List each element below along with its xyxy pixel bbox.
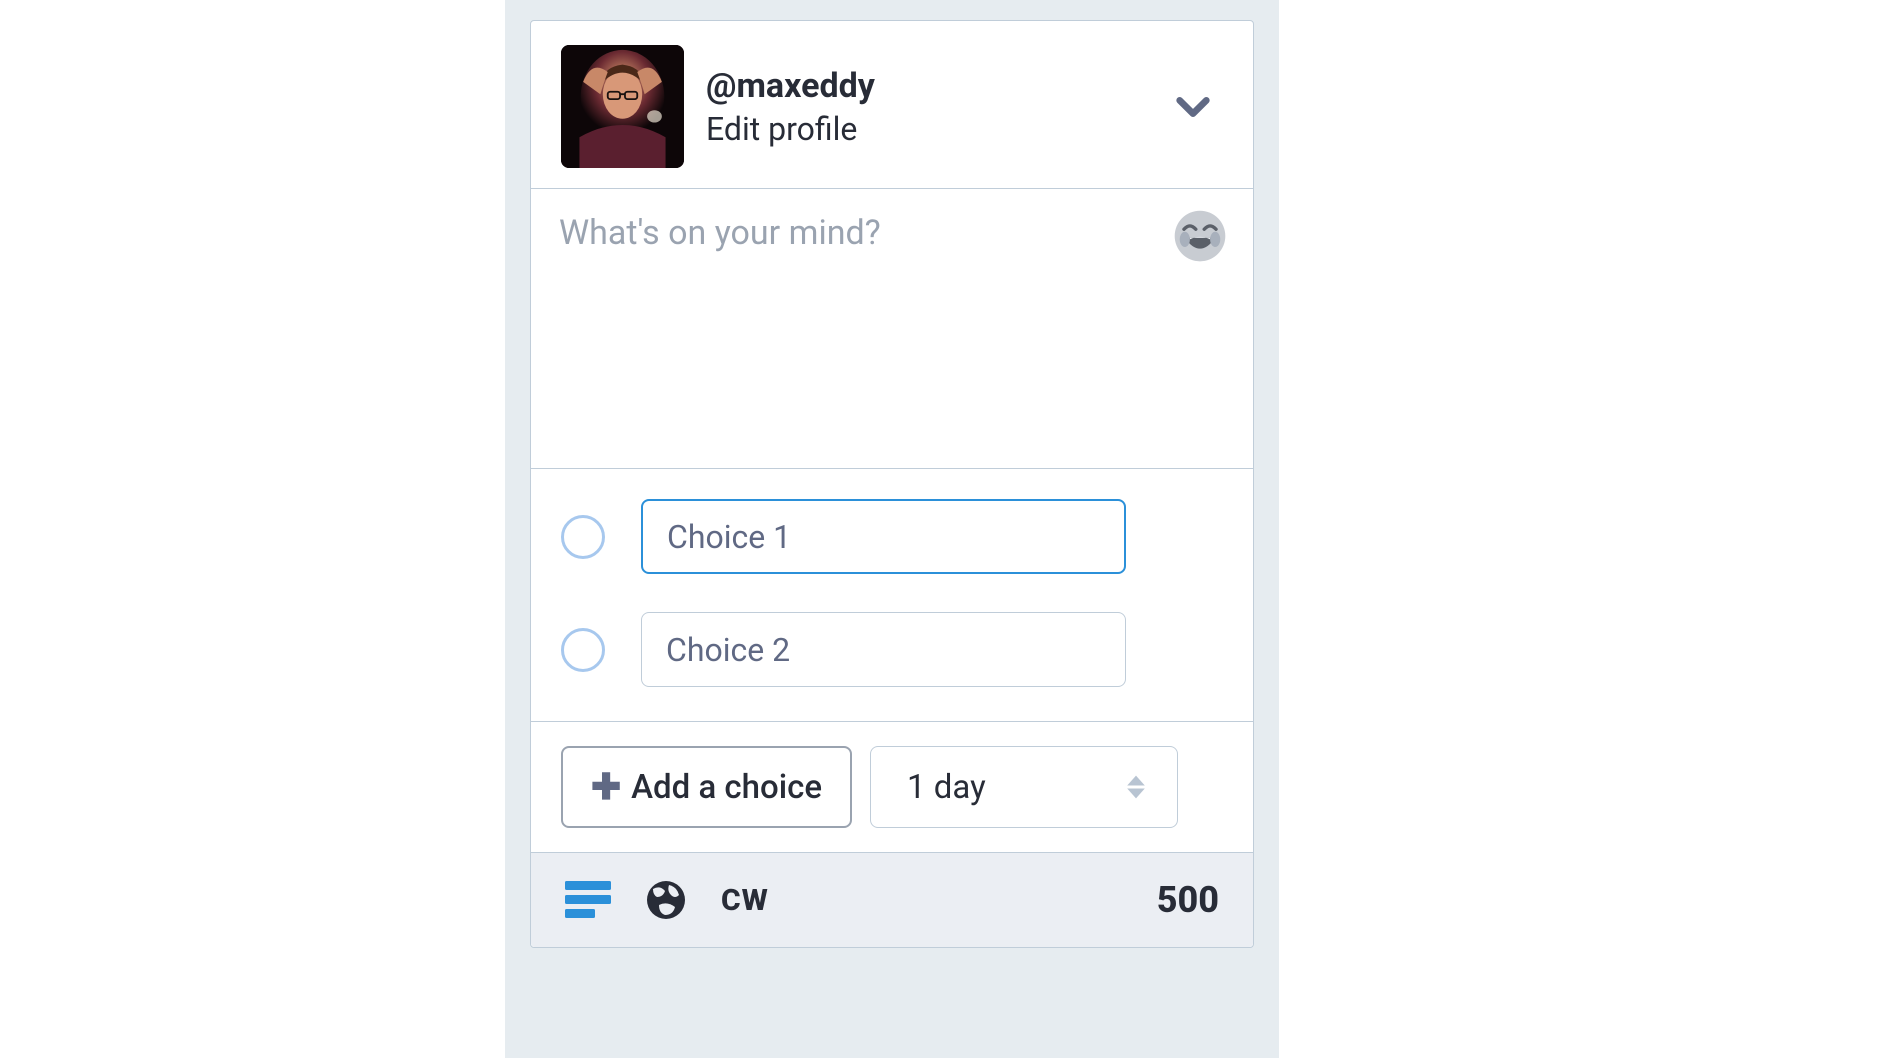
edit-profile-link[interactable]: Edit profile [706, 110, 1151, 148]
poll-icon [565, 881, 611, 919]
poll-choices: Choice 1 Choice 2 [531, 468, 1253, 721]
account-menu-toggle[interactable] [1173, 87, 1223, 127]
avatar-image [561, 45, 684, 168]
poll-toggle-button[interactable] [565, 881, 611, 919]
poll-choice-row: Choice 1 [561, 499, 1223, 574]
add-choice-button[interactable]: ✚ Add a choice [561, 746, 852, 828]
poll-radio-icon[interactable] [561, 628, 605, 672]
emoji-laugh-icon [1173, 209, 1227, 263]
compose-panel: @maxeddy Edit profile What's on your min… [505, 0, 1279, 1058]
user-handle: @maxeddy [706, 66, 1151, 106]
compose-toolbar: CW 500 [531, 852, 1253, 947]
poll-choice-row: Choice 2 [561, 612, 1223, 687]
compose-placeholder: What's on your mind? [559, 211, 1145, 255]
profile-info: @maxeddy Edit profile [706, 66, 1151, 148]
compose-textarea[interactable]: What's on your mind? [531, 188, 1253, 468]
emoji-picker-button[interactable] [1173, 209, 1227, 263]
chevron-down-icon [1173, 87, 1213, 127]
content-warning-button[interactable]: CW [721, 883, 769, 918]
visibility-button[interactable] [645, 879, 687, 921]
poll-duration-value: 1 day [907, 768, 986, 807]
poll-duration-select[interactable]: 1 day [870, 746, 1178, 828]
poll-controls: ✚ Add a choice 1 day [531, 721, 1253, 852]
stepper-icon [1125, 773, 1147, 801]
character-count: 500 [1157, 879, 1219, 921]
poll-choice-input-1[interactable]: Choice 1 [641, 499, 1126, 574]
poll-radio-icon[interactable] [561, 515, 605, 559]
avatar[interactable] [561, 45, 684, 168]
globe-icon [645, 879, 687, 921]
add-choice-label: Add a choice [631, 768, 822, 807]
poll-choice-input-2[interactable]: Choice 2 [641, 612, 1126, 687]
poll-choice-placeholder: Choice 2 [666, 631, 790, 669]
poll-choice-placeholder: Choice 1 [667, 518, 791, 556]
plus-icon: ✚ [591, 769, 621, 805]
profile-header: @maxeddy Edit profile [531, 21, 1253, 188]
compose-card: @maxeddy Edit profile What's on your min… [530, 20, 1254, 948]
